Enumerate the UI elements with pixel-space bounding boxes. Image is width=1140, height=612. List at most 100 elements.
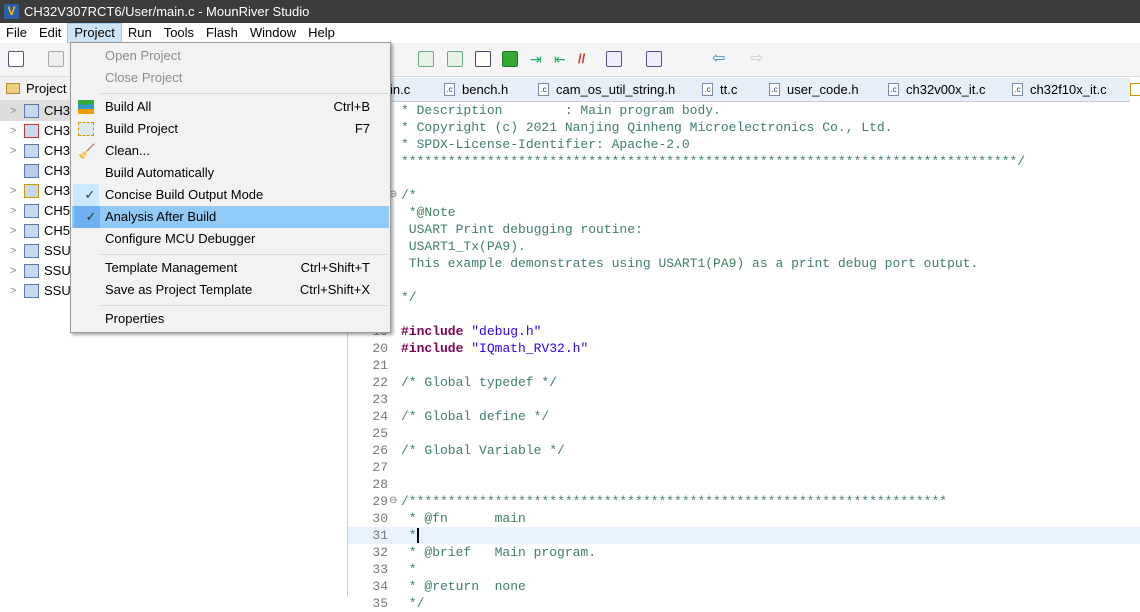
- code-line[interactable]: 13 USART Print debugging routine:: [348, 221, 1140, 238]
- code-line[interactable]: 9***************************************…: [348, 153, 1140, 170]
- expand-icon[interactable]: >: [10, 281, 16, 301]
- code-line[interactable]: 17*/: [348, 289, 1140, 306]
- code-line[interactable]: 28: [348, 476, 1140, 493]
- code-text: */: [401, 290, 417, 305]
- tree-item-label: CH3: [44, 163, 71, 178]
- code-editor[interactable]: 6* Description : Main program body.7* Co…: [348, 102, 1140, 611]
- menu-tools[interactable]: Tools: [158, 23, 200, 43]
- code-text: #include "debug.h": [401, 323, 541, 340]
- tab-user-code-h[interactable]: .c user_code.h: [769, 78, 859, 102]
- tab-main-c[interactable]: in.c: [390, 78, 410, 102]
- menu-label: Analysis After Build: [105, 209, 217, 224]
- code-line[interactable]: 10: [348, 170, 1140, 187]
- expand-icon[interactable]: >: [10, 201, 16, 221]
- tree-item-label: CH3: [44, 143, 71, 158]
- download-icon[interactable]: [502, 51, 518, 67]
- code-line[interactable]: 34 * @return none: [348, 578, 1140, 595]
- expand-icon[interactable]: >: [10, 261, 16, 281]
- annotation-prev-icon[interactable]: [646, 51, 662, 67]
- menu-separator: [101, 305, 388, 306]
- code-line[interactable]: 20 #include "IQmath_RV32.h": [348, 340, 1140, 357]
- indent-icon[interactable]: ⇥: [530, 51, 546, 67]
- code-line[interactable]: 12 *@Note: [348, 204, 1140, 221]
- code-text: *: [401, 528, 417, 543]
- menu-item-clean[interactable]: 🧹 Clean...: [71, 140, 390, 162]
- new-icon[interactable]: [8, 51, 24, 67]
- menu-item-concise-build-output[interactable]: ✓ Concise Build Output Mode: [71, 184, 390, 206]
- menu-item-close-project[interactable]: Close Project: [71, 67, 390, 89]
- menu-item-analysis-after-build[interactable]: ✓ Analysis After Build: [72, 206, 389, 228]
- remove-comment-icon[interactable]: //: [578, 51, 594, 67]
- help-icon[interactable]: [447, 51, 463, 67]
- fold-icon[interactable]: ⊖: [389, 493, 397, 510]
- build-project-icon: [78, 122, 94, 136]
- expand-icon[interactable]: >: [10, 121, 16, 141]
- code-line[interactable]: 14 USART1_Tx(PA9).: [348, 238, 1140, 255]
- tree-item-label: CH3: [44, 183, 71, 198]
- code-line[interactable]: 8* SPDX-License-Identifier: Apache-2.0: [348, 136, 1140, 153]
- menu-item-template-management[interactable]: Template Management Ctrl+Shift+T: [71, 257, 390, 279]
- tab-tt-c[interactable]: .c tt.c: [702, 78, 737, 102]
- back-icon[interactable]: ⇦: [712, 51, 728, 67]
- code-text: /* Global Variable */: [401, 443, 565, 458]
- outdent-icon[interactable]: ⇤: [554, 51, 570, 67]
- menu-item-save-as-template[interactable]: Save as Project Template Ctrl+Shift+X: [71, 279, 390, 301]
- code-line[interactable]: 26 /* Global Variable */: [348, 442, 1140, 459]
- forward-icon[interactable]: ⇨: [750, 51, 766, 67]
- menu-item-build-automatically[interactable]: Build Automatically: [71, 162, 390, 184]
- code-line[interactable]: 31 *: [348, 527, 1140, 544]
- code-line[interactable]: 21: [348, 357, 1140, 374]
- code-line[interactable]: 29 /*************************************…: [348, 493, 1140, 510]
- menu-file[interactable]: File: [0, 23, 33, 43]
- menu-flash[interactable]: Flash: [200, 23, 244, 43]
- tab-ch32v00x-it-c[interactable]: .c ch32v00x_it.c: [888, 78, 986, 102]
- code-line[interactable]: 22 /* Global typedef */: [348, 374, 1140, 391]
- expand-icon[interactable]: >: [10, 141, 16, 161]
- expand-icon[interactable]: >: [10, 101, 16, 121]
- menu-run[interactable]: Run: [122, 23, 158, 43]
- tab-warning-file[interactable]: [1130, 78, 1140, 102]
- menu-item-configure-mcu-debugger[interactable]: Configure MCU Debugger: [71, 228, 390, 250]
- app-logo-icon: V: [4, 4, 19, 19]
- menu-window[interactable]: Window: [244, 23, 302, 43]
- tab-cam-os-util-string-h[interactable]: .c cam_os_util_string.h: [538, 78, 675, 102]
- code-line[interactable]: 32 * @brief Main program.: [348, 544, 1140, 561]
- keyword: #include: [401, 324, 464, 339]
- code-line[interactable]: 7* Copyright (c) 2021 Nanjing Qinheng Mi…: [348, 119, 1140, 136]
- code-line[interactable]: 24 /* Global define */: [348, 408, 1140, 425]
- line-number: 29: [372, 494, 388, 509]
- menu-project[interactable]: Project: [67, 23, 122, 43]
- code-line[interactable]: 25: [348, 425, 1140, 442]
- code-line[interactable]: 30 * @fn main: [348, 510, 1140, 527]
- menu-item-build-project[interactable]: Build Project F7: [71, 118, 390, 140]
- code-line[interactable]: 15 This example demonstrates using USART…: [348, 255, 1140, 272]
- annotation-icon[interactable]: [606, 51, 622, 67]
- menu-item-properties[interactable]: Properties: [71, 308, 390, 330]
- code-line[interactable]: 23: [348, 391, 1140, 408]
- menu-help[interactable]: Help: [302, 23, 341, 43]
- menu-edit[interactable]: Edit: [33, 23, 67, 43]
- code-line[interactable]: 6* Description : Main program body.: [348, 102, 1140, 119]
- code-line[interactable]: 16: [348, 272, 1140, 289]
- project-icon: [24, 224, 39, 238]
- code-line[interactable]: 11/*⊖: [348, 187, 1140, 204]
- menu-shortcut: Ctrl+B: [333, 99, 370, 114]
- code-line[interactable]: 33 *: [348, 561, 1140, 578]
- project-panel-icon: [6, 83, 20, 94]
- menu-item-build-all[interactable]: Build All Ctrl+B: [71, 96, 390, 118]
- code-text: * Copyright (c) 2021 Nanjing Qinheng Mic…: [401, 120, 893, 135]
- code-line[interactable]: 35 */: [348, 595, 1140, 612]
- tab-ch32f10x-it-c[interactable]: .c ch32f10x_it.c: [1012, 78, 1107, 102]
- project-icon: [24, 284, 39, 298]
- save-icon[interactable]: [48, 51, 64, 67]
- code-line[interactable]: 18: [348, 306, 1140, 323]
- expand-icon[interactable]: >: [10, 241, 16, 261]
- code-line[interactable]: 27: [348, 459, 1140, 476]
- terminal-icon[interactable]: [475, 51, 491, 67]
- tab-bench-h[interactable]: .c bench.h: [444, 78, 508, 102]
- linker-icon[interactable]: [418, 51, 434, 67]
- code-line[interactable]: 19#include "debug.h": [348, 323, 1140, 340]
- menu-item-open-project[interactable]: Open Project: [71, 45, 390, 67]
- expand-icon[interactable]: >: [10, 181, 16, 201]
- expand-icon[interactable]: >: [10, 221, 16, 241]
